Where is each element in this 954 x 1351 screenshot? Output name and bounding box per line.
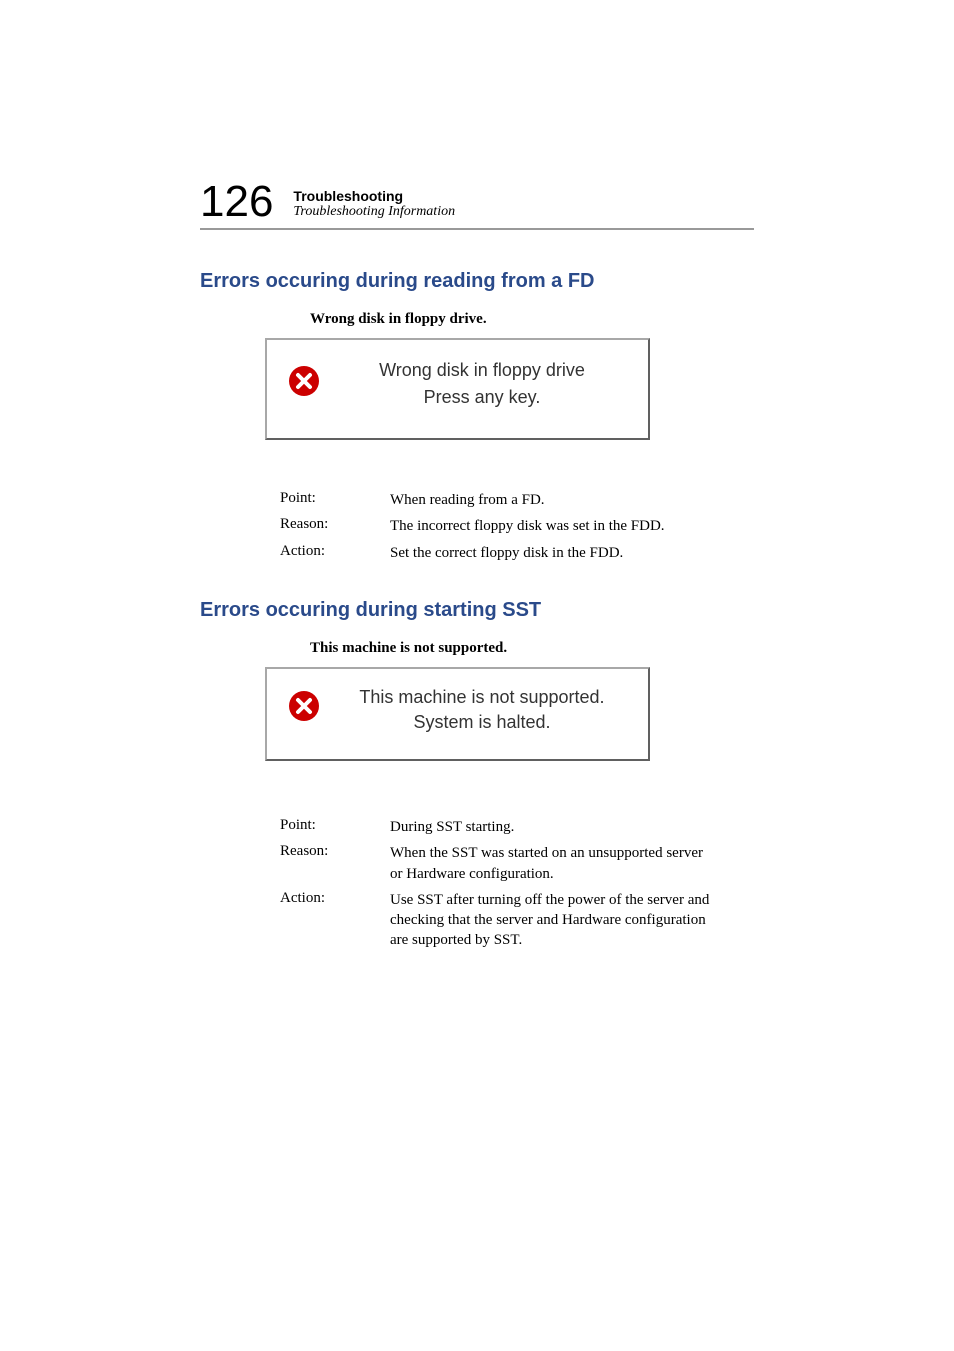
info-table-sst: Point: During SST starting. Reason: When… [280, 817, 754, 951]
info-value-reason: The incorrect floppy disk was set in the… [390, 516, 665, 536]
header-title: Troubleshooting [293, 188, 455, 204]
dialog-line-2: System is halted. [336, 710, 628, 735]
error-title-not-supported: This machine is not supported. [310, 640, 754, 657]
info-label-action: Action: [280, 543, 390, 563]
page-content: 126 Troubleshooting Troubleshooting Info… [0, 0, 954, 951]
info-row-reason: Reason: When the SST was started on an u… [280, 843, 754, 884]
error-icon [287, 364, 321, 403]
info-label-reason: Reason: [280, 843, 390, 884]
page-header: 126 Troubleshooting Troubleshooting Info… [200, 180, 754, 230]
info-table-fd: Point: When reading from a FD. Reason: T… [280, 490, 754, 563]
error-icon [287, 689, 321, 728]
info-label-reason: Reason: [280, 516, 390, 536]
info-row-point: Point: During SST starting. [280, 817, 754, 837]
error-title-wrong-disk: Wrong disk in floppy drive. [310, 311, 754, 328]
dialog-line-1: This machine is not supported. [336, 685, 628, 710]
section-heading-sst-error: Errors occuring during starting SST [200, 599, 754, 622]
dialog-line-2: Press any key. [424, 387, 541, 408]
dialog-line-1: Wrong disk in floppy drive [379, 360, 585, 381]
info-value-action: Set the correct floppy disk in the FDD. [390, 543, 623, 563]
info-row-reason: Reason: The incorrect floppy disk was se… [280, 516, 754, 536]
dialog-not-supported: This machine is not supported. System is… [265, 667, 650, 761]
page-number: 126 [200, 180, 273, 224]
info-row-point: Point: When reading from a FD. [280, 490, 754, 510]
info-value-point: During SST starting. [390, 817, 514, 837]
header-text-block: Troubleshooting Troubleshooting Informat… [293, 188, 455, 224]
info-label-point: Point: [280, 817, 390, 837]
info-label-action: Action: [280, 890, 390, 951]
info-value-point: When reading from a FD. [390, 490, 545, 510]
section-heading-fd-error: Errors occuring during reading from a FD [200, 270, 754, 293]
info-label-point: Point: [280, 490, 390, 510]
dialog-wrong-disk: Wrong disk in floppy drive Press any key… [265, 338, 650, 440]
dialog-text-block: Wrong disk in floppy drive Press any key… [336, 360, 628, 408]
info-row-action: Action: Use SST after turning off the po… [280, 890, 754, 951]
dialog-text-block: This machine is not supported. System is… [336, 685, 628, 735]
info-value-action: Use SST after turning off the power of t… [390, 890, 710, 951]
header-subtitle: Troubleshooting Information [293, 204, 455, 220]
info-row-action: Action: Set the correct floppy disk in t… [280, 543, 754, 563]
info-value-reason: When the SST was started on an unsupport… [390, 843, 710, 884]
